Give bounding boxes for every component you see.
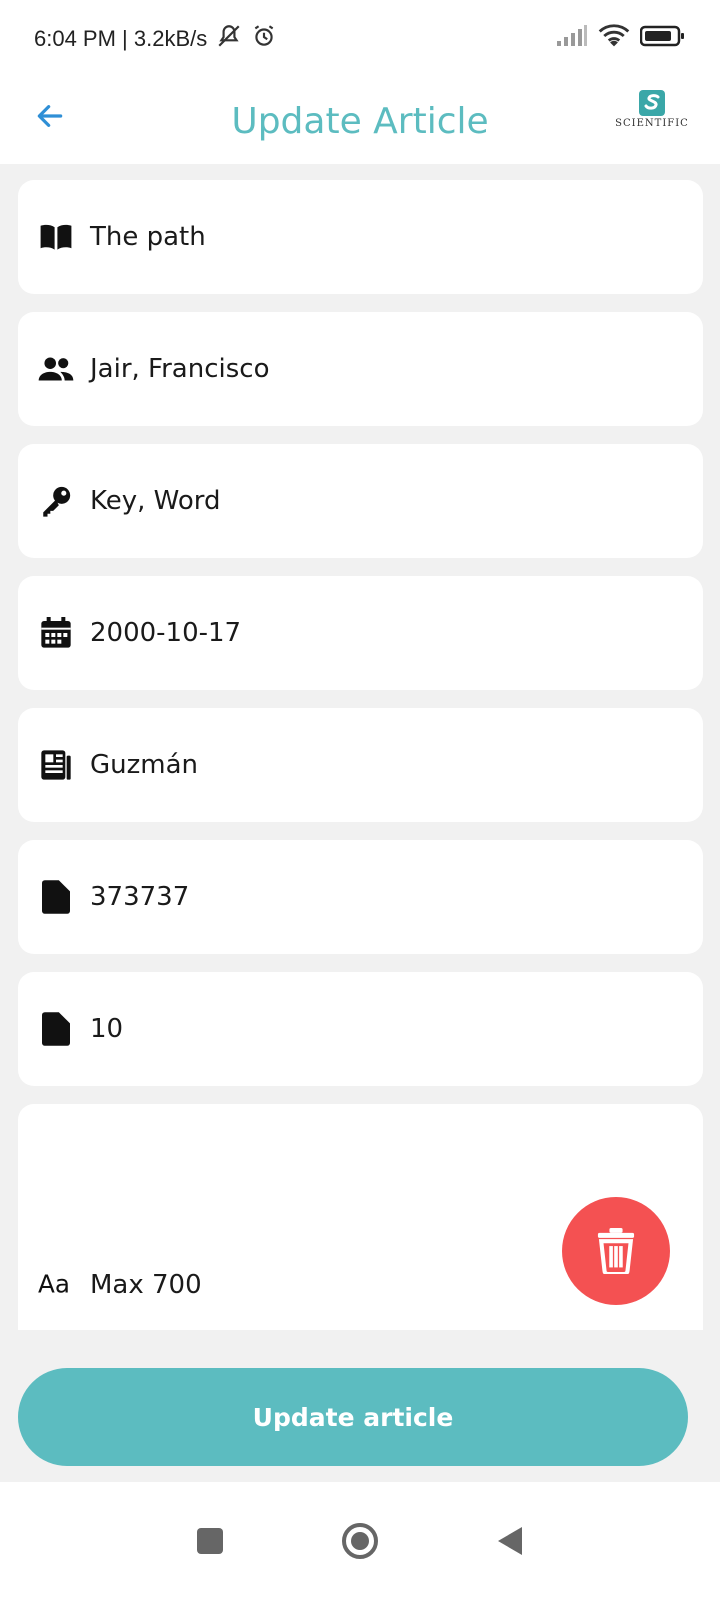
key-icon bbox=[38, 483, 74, 519]
status-left: 6:04 PM | 3.2kB/s bbox=[34, 23, 277, 55]
status-right bbox=[556, 23, 686, 55]
app-bar: Update Article SCIENTIFIC bbox=[0, 78, 720, 164]
system-nav-bar bbox=[0, 1482, 720, 1600]
battery-icon bbox=[639, 24, 686, 54]
status-bar: 6:04 PM | 3.2kB/s bbox=[0, 0, 720, 78]
logo-mark-icon bbox=[639, 90, 665, 116]
title-value: The path bbox=[90, 222, 206, 252]
back-button[interactable] bbox=[30, 96, 70, 136]
update-article-button[interactable]: Update article bbox=[18, 1368, 688, 1466]
home-button[interactable] bbox=[340, 1521, 380, 1561]
file-icon bbox=[38, 1011, 74, 1047]
pages-value: 10 bbox=[90, 1014, 124, 1044]
title-field[interactable]: The path bbox=[18, 180, 703, 294]
back-nav-button[interactable] bbox=[490, 1521, 530, 1561]
triangle-back-icon bbox=[498, 1527, 522, 1555]
status-time: 6:04 PM | 3.2kB/s bbox=[34, 26, 208, 51]
calendar-icon bbox=[38, 615, 74, 651]
issn-value: 373737 bbox=[90, 882, 190, 912]
file-icon bbox=[38, 879, 74, 915]
svg-text:Aa: Aa bbox=[38, 1269, 70, 1297]
alarm-icon bbox=[251, 23, 277, 55]
date-value: 2000-10-17 bbox=[90, 618, 242, 648]
page-title: Update Article bbox=[231, 100, 489, 142]
journal-value: Guzmán bbox=[90, 750, 199, 780]
people-icon bbox=[38, 351, 74, 387]
circle-icon bbox=[342, 1523, 378, 1559]
authors-value: Jair, Francisco bbox=[90, 354, 270, 384]
pages-field[interactable]: 10 bbox=[18, 972, 703, 1086]
wifi-icon bbox=[598, 23, 630, 55]
app-logo: SCIENTIFIC bbox=[612, 90, 692, 144]
newspaper-icon bbox=[38, 747, 74, 783]
signal-icon bbox=[556, 25, 588, 53]
book-icon bbox=[38, 219, 74, 255]
square-icon bbox=[197, 1528, 223, 1554]
issn-field[interactable]: 373737 bbox=[18, 840, 703, 954]
logo-text: SCIENTIFIC bbox=[615, 118, 689, 129]
authors-field[interactable]: Jair, Francisco bbox=[18, 312, 703, 426]
date-field[interactable]: 2000-10-17 bbox=[18, 576, 703, 690]
article-form: The path Jair, Francisco Key, Word 2000-… bbox=[0, 164, 720, 1514]
keywords-value: Key, Word bbox=[90, 486, 221, 516]
trash-icon bbox=[597, 1228, 635, 1274]
bell-off-icon bbox=[215, 23, 243, 55]
keywords-field[interactable]: Key, Word bbox=[18, 444, 703, 558]
arrow-left-icon bbox=[37, 105, 63, 127]
recents-button[interactable] bbox=[190, 1521, 230, 1561]
text-format-icon: Aa bbox=[38, 1264, 74, 1300]
journal-field[interactable]: Guzmán bbox=[18, 708, 703, 822]
abstract-value: Max 700 bbox=[90, 1270, 202, 1300]
delete-button[interactable] bbox=[562, 1197, 670, 1305]
